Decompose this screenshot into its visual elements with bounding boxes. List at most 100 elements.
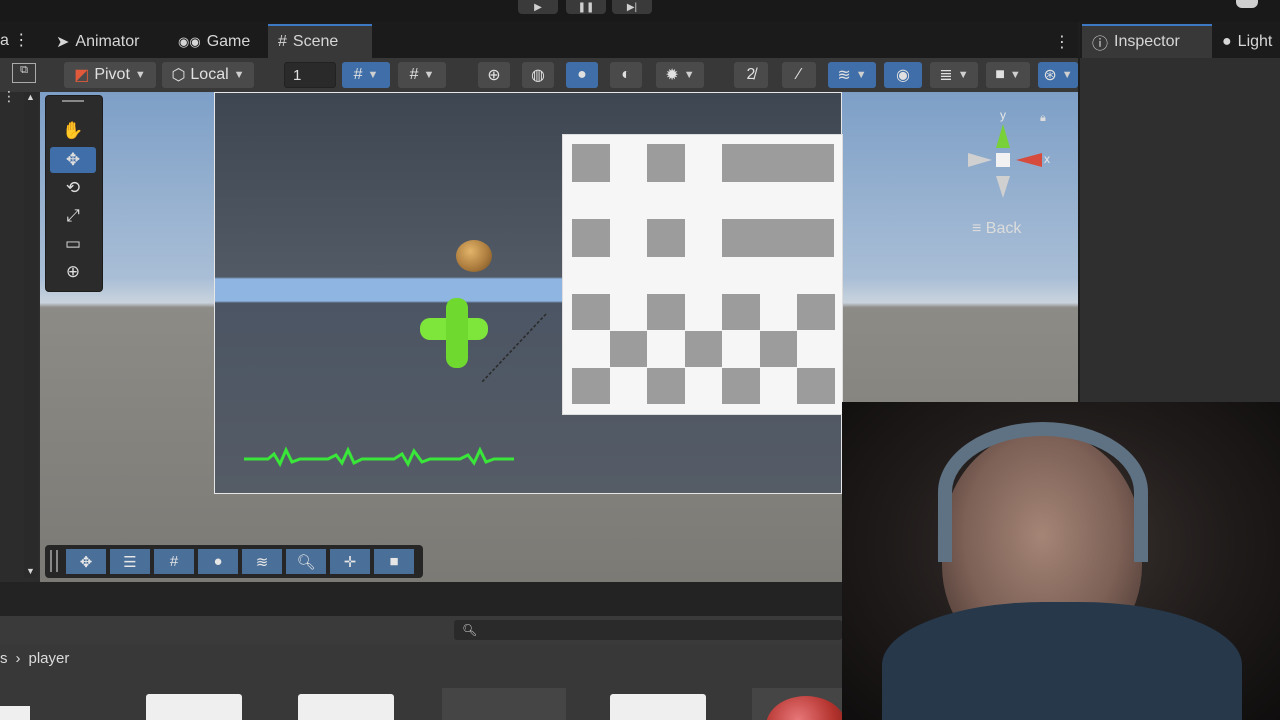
search-overlay-button[interactable]: 🔍︎ <box>286 549 326 574</box>
lock-icon[interactable]: 🔒︎ <box>1040 112 1046 125</box>
grid-snap-toggle[interactable]: # ▼ <box>342 62 390 88</box>
gizmo-view-label[interactable]: ≡ Back <box>972 220 1021 238</box>
play-button[interactable]: ▶ <box>518 0 558 14</box>
cube-icon: ⬡ <box>171 67 186 84</box>
wireframe-button[interactable]: ◐ <box>610 62 642 88</box>
maximize-icon[interactable]: ⧉ <box>12 63 36 83</box>
layers-overlay-button[interactable]: ≋ <box>242 549 282 574</box>
camera-dropdown[interactable]: ■ ▼ <box>986 62 1030 88</box>
tab-animator-label: Animator <box>75 33 140 50</box>
lighting-toggle[interactable]: ⁄ <box>782 62 816 88</box>
local-dropdown[interactable]: ⬡ Local ▼ <box>162 62 254 88</box>
grid-size-field[interactable]: 1 <box>284 62 336 88</box>
asset-tile[interactable] <box>610 694 706 720</box>
chevron-up-icon[interactable]: ▲ <box>26 92 35 102</box>
gizmo-neg-y-cone[interactable] <box>996 176 1010 198</box>
move-tool[interactable]: ✥ <box>50 147 96 173</box>
chevron-down-icon[interactable]: ▼ <box>26 566 35 576</box>
scale-tool[interactable]: ⤢ <box>50 203 96 229</box>
effects-dropdown[interactable]: ≣ ▼ <box>930 62 978 88</box>
shading-button[interactable]: ◍ <box>522 62 554 88</box>
gizmo-y-cone[interactable] <box>996 124 1010 148</box>
asset-thumbnail <box>766 696 842 720</box>
hand-tool[interactable]: ✋ <box>50 118 96 144</box>
light-slash-icon: ⁄ <box>797 66 801 83</box>
tab-inspector[interactable]: ⓘ Inspector <box>1082 24 1212 58</box>
tab-game[interactable]: ◉◉ Game <box>168 26 260 58</box>
tile <box>685 331 722 367</box>
rotate-tool[interactable]: ⟲ <box>50 175 96 201</box>
tab-animator[interactable]: ➤ Animator <box>46 26 149 58</box>
gamepad-icon: ◉◉ <box>178 34 201 49</box>
transform-icon: ⊕ <box>65 262 81 281</box>
step-icon: ▶| <box>626 1 638 13</box>
tab-game-label: Game <box>206 33 251 50</box>
sphere-icon: ● <box>213 553 223 570</box>
shading-overlay-button[interactable]: ● <box>198 549 238 574</box>
camera-overlay-button[interactable]: ■ <box>374 549 414 574</box>
snapping-overlay-button[interactable]: ☰ <box>110 549 150 574</box>
search-icon: 🔍︎ <box>462 623 478 637</box>
rect-tool[interactable]: ▭ <box>50 231 96 257</box>
camera-icon: ■ <box>995 66 1005 83</box>
visibility-toggle[interactable]: ◉ <box>884 62 922 88</box>
chevron-down-icon: ▼ <box>1061 69 1073 81</box>
pivot-dropdown[interactable]: ◩ Pivot ▼ <box>64 62 156 88</box>
asset-tile[interactable] <box>0 706 30 720</box>
asset-tile[interactable] <box>752 688 842 720</box>
aim-line <box>481 313 547 383</box>
panel-menu-button[interactable]: ⋮ <box>1054 32 1070 52</box>
scrollbar[interactable] <box>24 92 38 578</box>
transform-tool[interactable]: ⊕ <box>50 259 96 285</box>
pause-icon: ❚❚ <box>577 1 595 13</box>
heartbeat-line <box>244 446 514 468</box>
local-label: Local <box>190 66 229 83</box>
pivot-overlay-button[interactable]: ✛ <box>330 549 370 574</box>
audio-toggle[interactable]: ≋ ▼ <box>828 62 876 88</box>
gizmo-x-cone[interactable] <box>1016 153 1042 167</box>
kebab-icon[interactable]: ⋮ <box>2 88 16 105</box>
rect-icon: ▭ <box>64 234 82 253</box>
2d-icon: 2̸ <box>746 66 756 83</box>
grid-visibility-toggle[interactable]: # ▼ <box>398 62 446 88</box>
gizmo-y-label: y <box>1000 108 1006 122</box>
tab-scene[interactable]: # Scene <box>268 24 372 58</box>
2d-toggle[interactable]: 2̸ <box>734 62 768 88</box>
breadcrumb-current[interactable]: player <box>29 650 70 667</box>
layers-icon: ≋ <box>837 67 851 84</box>
step-button[interactable]: ▶| <box>612 0 652 14</box>
drag-handle[interactable] <box>50 550 58 572</box>
grid-overlay-button[interactable]: # <box>154 549 194 574</box>
asset-tile[interactable] <box>146 694 242 720</box>
gizmo-center[interactable] <box>996 153 1010 167</box>
account-icon[interactable] <box>1236 0 1258 8</box>
gizmos-dropdown[interactable]: ⊛ ▼ <box>1038 62 1078 88</box>
shaded-button[interactable]: ● <box>566 62 598 88</box>
rotate-icon: ⟲ <box>65 178 81 197</box>
pivot-label: Pivot <box>94 66 130 83</box>
tile <box>610 331 647 367</box>
pause-button[interactable]: ❚❚ <box>566 0 606 14</box>
tile <box>722 294 760 330</box>
asset-tile[interactable] <box>298 694 394 720</box>
rock-sprite[interactable] <box>456 240 492 272</box>
project-search-input[interactable]: 🔍︎ <box>454 620 842 640</box>
headset <box>938 422 1148 562</box>
move-overlay-button[interactable]: ✥ <box>66 549 106 574</box>
breadcrumb-parent[interactable]: s <box>0 650 8 667</box>
editor-tab-bar <box>0 22 1078 58</box>
debug-dropdown[interactable]: ✹ ▼ <box>656 62 704 88</box>
move-icon: ✥ <box>65 150 81 169</box>
tab-lighting[interactable]: ● Light <box>1212 26 1280 58</box>
drag-handle[interactable] <box>62 100 84 102</box>
player-sprite-vertical[interactable] <box>446 298 468 368</box>
asset-tile[interactable] <box>442 688 566 720</box>
tab-inspector-label: Inspector <box>1114 33 1180 50</box>
ui-panel[interactable] <box>562 134 843 415</box>
tab-overflow-menu[interactable]: a ⋮ <box>0 30 29 50</box>
tile <box>722 219 834 257</box>
asset-grid <box>0 672 842 720</box>
gizmo-neg-x-cone[interactable] <box>968 153 992 167</box>
grid-icon: # <box>409 66 419 83</box>
globe-button[interactable]: ⊕ <box>478 62 510 88</box>
